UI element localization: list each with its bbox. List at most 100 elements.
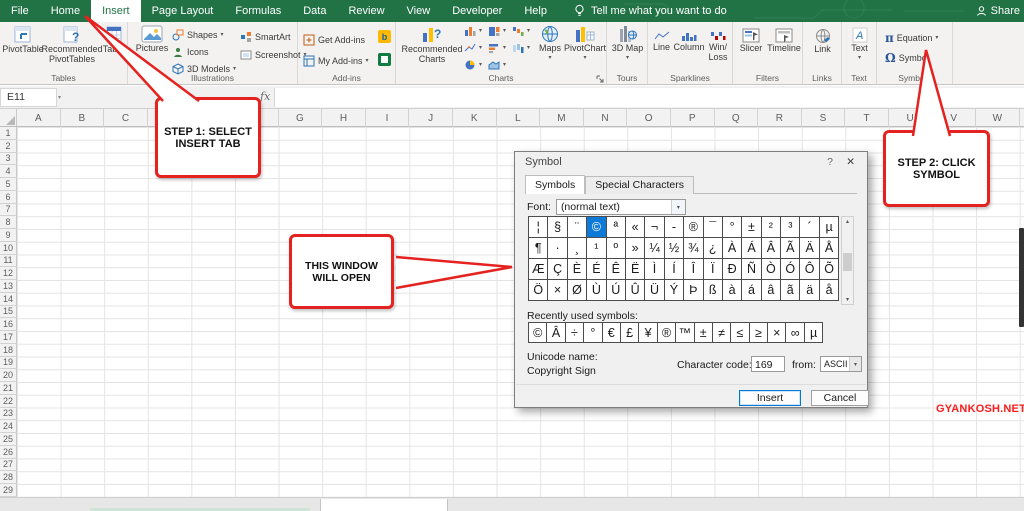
symbol-cell[interactable]: ·	[548, 238, 567, 259]
active-sheet-tab[interactable]	[320, 499, 448, 511]
slicer-button[interactable]: Slicer	[736, 28, 766, 54]
column-header-H[interactable]: H	[322, 109, 366, 127]
row-header-5[interactable]: 5	[0, 178, 17, 191]
row-header-24[interactable]: 24	[0, 420, 17, 433]
formula-input[interactable]	[274, 88, 1024, 107]
symbol-cell[interactable]: Â	[761, 238, 780, 259]
row-header-12[interactable]: 12	[0, 267, 17, 280]
tab-view[interactable]: View	[396, 0, 442, 22]
symbol-cell[interactable]: ´	[800, 217, 819, 238]
column-header-S[interactable]: S	[802, 109, 846, 127]
row-header-18[interactable]: 18	[0, 344, 17, 357]
row-header-22[interactable]: 22	[0, 395, 17, 408]
row-header-11[interactable]: 11	[0, 255, 17, 268]
recent-symbol-cell[interactable]: £	[620, 322, 639, 343]
symbol-cell[interactable]: Ð	[722, 259, 741, 280]
symbol-cell[interactable]: à	[722, 280, 741, 301]
tab-special-characters[interactable]: Special Characters	[585, 176, 694, 194]
symbol-cell[interactable]: Ì	[645, 259, 664, 280]
symbol-cell[interactable]: Å	[819, 238, 838, 259]
symbol-cell[interactable]: Õ	[819, 259, 838, 280]
recent-symbol-cell[interactable]: ¥	[638, 322, 657, 343]
symbol-cell[interactable]: ß	[703, 280, 722, 301]
symbol-cell[interactable]: Æ	[529, 259, 548, 280]
pie-chart-button[interactable]: ▾	[464, 60, 482, 70]
column-header-C[interactable]: C	[104, 109, 148, 127]
symbol-cell[interactable]: á	[742, 280, 761, 301]
pictures-button[interactable]: Pictures	[134, 25, 170, 54]
column-chart-button[interactable]: ▾	[464, 26, 482, 36]
symbol-cell[interactable]: À	[722, 238, 741, 259]
recent-symbol-cell[interactable]: ∞	[785, 322, 804, 343]
symbol-cell[interactable]: ¹	[587, 238, 606, 259]
pivotchart-button[interactable]: PivotChart ▾	[564, 25, 606, 61]
symbol-cell[interactable]: Ã	[781, 238, 800, 259]
symbol-cell[interactable]: »	[625, 238, 644, 259]
row-header-7[interactable]: 7	[0, 204, 17, 217]
column-header-Q[interactable]: Q	[715, 109, 759, 127]
symbol-cell[interactable]: Ç	[548, 259, 567, 280]
character-code-input[interactable]: 169	[751, 356, 785, 372]
tab-page-layout[interactable]: Page Layout	[141, 0, 225, 22]
fx-button[interactable]: fx	[260, 90, 270, 103]
scrollbar-thumb[interactable]	[843, 253, 852, 271]
symbol-cell[interactable]: ¿	[703, 238, 722, 259]
symbol-cell[interactable]: Á	[742, 238, 761, 259]
symbol-cell[interactable]: Ä	[800, 238, 819, 259]
row-header-21[interactable]: 21	[0, 382, 17, 395]
symbol-cell[interactable]: Ë	[625, 259, 644, 280]
row-header-19[interactable]: 19	[0, 357, 17, 370]
column-header-G[interactable]: G	[279, 109, 323, 127]
tab-data[interactable]: Data	[292, 0, 337, 22]
recent-symbol-cell[interactable]: ©	[528, 322, 547, 343]
column-header-K[interactable]: K	[453, 109, 497, 127]
symbol-cell[interactable]: Ú	[606, 280, 625, 301]
column-header-V[interactable]: V	[932, 109, 976, 127]
recent-symbol-cell[interactable]: Â	[546, 322, 565, 343]
row-header-10[interactable]: 10	[0, 242, 17, 255]
symbol-cell[interactable]: ¨	[567, 217, 586, 238]
store-addin-icon[interactable]	[378, 53, 391, 66]
recent-symbol-cell[interactable]: ®	[657, 322, 676, 343]
select-all-corner[interactable]	[0, 109, 17, 127]
symbol-button[interactable]: Ω Symbol	[885, 51, 929, 65]
symbol-cell[interactable]: ½	[664, 238, 683, 259]
row-header-13[interactable]: 13	[0, 280, 17, 293]
scatter-chart-button[interactable]: ▾	[464, 43, 482, 53]
column-header-B[interactable]: B	[61, 109, 105, 127]
equation-button[interactable]: π Equation ▾	[885, 31, 938, 45]
maps-button[interactable]: Maps ▾	[536, 25, 564, 61]
sparkline-line-button[interactable]: Line	[649, 30, 674, 53]
symbol-cell[interactable]: ©	[587, 217, 606, 238]
tab-file[interactable]: File	[0, 0, 40, 22]
help-icon[interactable]: ?	[827, 156, 833, 168]
tell-me-box[interactable]: Tell me what you want to do	[574, 4, 727, 18]
my-addins-button[interactable]: My Add-ins ▾	[303, 55, 369, 67]
scroll-up-icon[interactable]: ▴	[842, 218, 853, 225]
3d-map-button[interactable]: 3D Map ▾	[611, 25, 644, 61]
column-header-N[interactable]: N	[584, 109, 628, 127]
recent-symbol-cell[interactable]: ≥	[749, 322, 768, 343]
symbol-cell[interactable]: Î	[684, 259, 703, 280]
sheet-tabs-bar[interactable]	[0, 497, 1024, 511]
pivottable-button[interactable]: PivotTable	[2, 25, 44, 55]
symbol-grid-scrollbar[interactable]: ▴ ▾	[841, 216, 854, 305]
column-header-L[interactable]: L	[497, 109, 541, 127]
table-button[interactable]: Table	[100, 25, 127, 55]
symbol-cell[interactable]: Ñ	[742, 259, 761, 280]
recent-symbol-cell[interactable]: ≤	[730, 322, 749, 343]
recent-symbol-cell[interactable]: µ	[804, 322, 823, 343]
symbol-cell[interactable]: µ	[819, 217, 838, 238]
from-select[interactable]: ASCII (decimal) ▾	[820, 356, 862, 372]
recommended-charts-button[interactable]: ? Recommended Charts	[404, 25, 460, 65]
row-header-27[interactable]: 27	[0, 459, 17, 472]
row-header-17[interactable]: 17	[0, 331, 17, 344]
symbol-cell[interactable]: §	[548, 217, 567, 238]
recent-symbol-cell[interactable]: ÷	[565, 322, 584, 343]
symbol-cell[interactable]: °	[722, 217, 741, 238]
symbol-cell[interactable]: É	[587, 259, 606, 280]
column-header-I[interactable]: I	[366, 109, 410, 127]
symbol-cell[interactable]: Ü	[645, 280, 664, 301]
symbol-cell[interactable]: -	[664, 217, 683, 238]
column-header-U[interactable]: U	[889, 109, 933, 127]
